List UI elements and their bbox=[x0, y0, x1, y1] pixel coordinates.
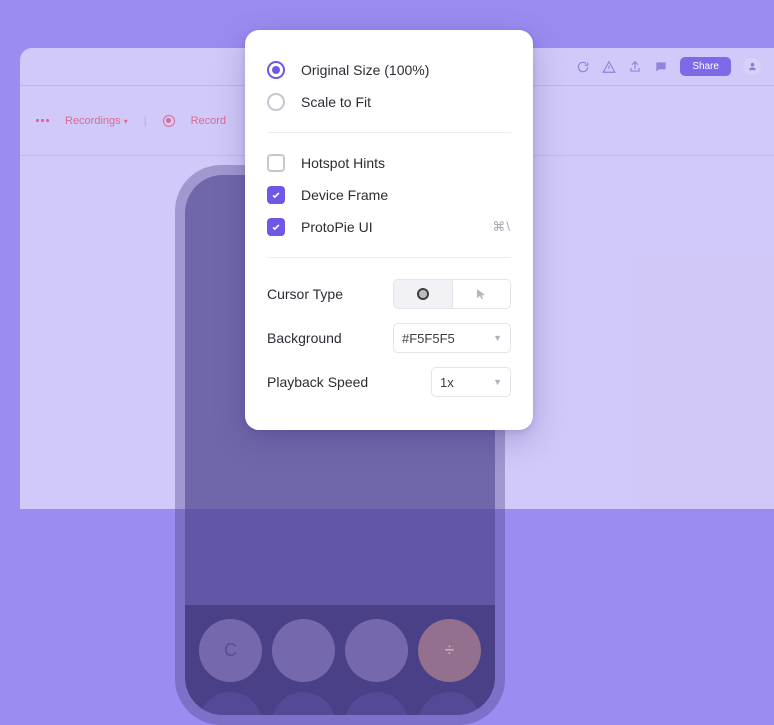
warning-icon[interactable] bbox=[602, 60, 616, 74]
user-icon bbox=[747, 61, 758, 72]
cursor-type-label: Cursor Type bbox=[267, 286, 343, 302]
calc-key: − bbox=[418, 692, 481, 715]
calc-key: 9 bbox=[345, 692, 408, 715]
checkbox-hotspot-hints[interactable] bbox=[267, 154, 285, 172]
checkbox-device-frame[interactable] bbox=[267, 186, 285, 204]
calc-key: C bbox=[199, 619, 262, 682]
size-option-scale-to-fit[interactable]: Scale to Fit bbox=[267, 86, 511, 118]
playback-speed-select[interactable]: 1x ▼ bbox=[431, 367, 511, 397]
cursor-type-arrow[interactable] bbox=[452, 280, 511, 308]
radio-original-size[interactable] bbox=[267, 61, 285, 79]
playback-speed-label: Playback Speed bbox=[267, 374, 368, 390]
original-size-label: Original Size (100%) bbox=[301, 62, 429, 78]
background-value: #F5F5F5 bbox=[402, 331, 455, 346]
background-row: Background #F5F5F5 ▼ bbox=[267, 316, 511, 360]
option-hotspot-hints[interactable]: Hotspot Hints bbox=[267, 147, 511, 179]
check-icon bbox=[271, 190, 281, 200]
background-label: Background bbox=[267, 330, 342, 346]
size-option-original[interactable]: Original Size (100%) bbox=[267, 54, 511, 86]
recordings-dropdown[interactable]: Recordings ▾ bbox=[65, 115, 128, 127]
hotspot-hints-label: Hotspot Hints bbox=[301, 155, 385, 171]
calc-key bbox=[345, 619, 408, 682]
divider bbox=[267, 257, 511, 258]
radio-scale-to-fit[interactable] bbox=[267, 93, 285, 111]
divider bbox=[267, 132, 511, 133]
device-frame-label: Device Frame bbox=[301, 187, 388, 203]
reload-icon[interactable] bbox=[576, 60, 590, 74]
arrow-cursor-icon bbox=[475, 288, 487, 300]
calc-key: ÷ bbox=[418, 619, 481, 682]
playback-speed-value: 1x bbox=[440, 375, 454, 390]
share-icon[interactable] bbox=[628, 60, 642, 74]
record-button[interactable]: Record bbox=[191, 115, 226, 127]
comment-icon[interactable] bbox=[654, 60, 668, 74]
protopie-ui-label: ProtoPie UI bbox=[301, 219, 492, 235]
calc-key bbox=[272, 619, 335, 682]
cursor-type-touch[interactable] bbox=[394, 280, 452, 308]
chevron-down-icon: ▾ bbox=[124, 117, 128, 126]
cursor-type-row: Cursor Type bbox=[267, 272, 511, 316]
scale-to-fit-label: Scale to Fit bbox=[301, 94, 371, 110]
calc-key: 7 bbox=[199, 692, 262, 715]
chevron-down-icon: ▼ bbox=[493, 377, 502, 387]
chevron-down-icon: ▼ bbox=[493, 333, 502, 343]
background-select[interactable]: #F5F5F5 ▼ bbox=[393, 323, 511, 353]
record-dot-icon bbox=[163, 115, 175, 127]
option-protopie-ui[interactable]: ProtoPie UI ⌘\ bbox=[267, 211, 511, 243]
share-button[interactable]: Share bbox=[680, 57, 731, 76]
protopie-ui-shortcut: ⌘\ bbox=[492, 219, 511, 235]
touch-cursor-icon bbox=[417, 288, 429, 300]
checkbox-protopie-ui[interactable] bbox=[267, 218, 285, 236]
cursor-type-segmented bbox=[393, 279, 511, 309]
grip-icon[interactable] bbox=[36, 119, 49, 122]
option-device-frame[interactable]: Device Frame bbox=[267, 179, 511, 211]
playback-speed-row: Playback Speed 1x ▼ bbox=[267, 360, 511, 404]
check-icon bbox=[271, 222, 281, 232]
view-settings-panel: Original Size (100%) Scale to Fit Hotspo… bbox=[245, 30, 533, 430]
calc-key: 8 bbox=[272, 692, 335, 715]
avatar[interactable] bbox=[743, 58, 761, 76]
